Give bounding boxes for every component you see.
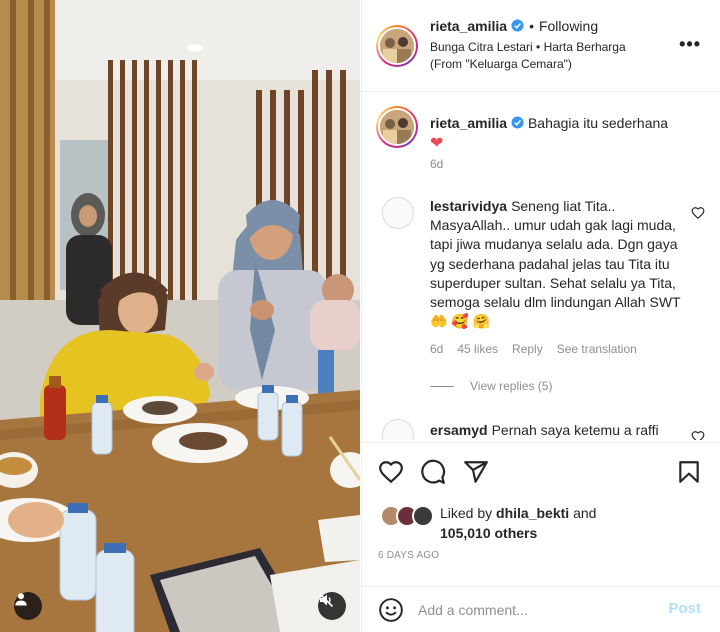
comment-input[interactable] <box>418 599 648 621</box>
post-video[interactable] <box>0 0 360 632</box>
user-tag-icon <box>15 593 27 606</box>
likes-others-link[interactable]: 105,010 others <box>440 525 537 541</box>
replies-divider <box>430 385 454 387</box>
comment-username[interactable]: lestarividya <box>430 198 507 214</box>
see-translation-button[interactable]: See translation <box>557 342 637 356</box>
caption-text: Bahagia itu sederhana <box>527 115 669 131</box>
more-options-button[interactable]: ••• <box>679 34 701 55</box>
liked-by-avatars[interactable] <box>380 505 440 529</box>
comment-username[interactable]: ersamyd <box>430 422 488 438</box>
video-frame <box>0 0 360 632</box>
post-comment-button[interactable]: Post <box>668 600 701 617</box>
audio-track-link[interactable]: Bunga Citra Lestari • Harta Berharga (Fr… <box>430 39 660 73</box>
follow-status-button[interactable]: Following <box>539 18 598 34</box>
post-details-panel: rieta_amilia • Following Bunga Citra Lesta… <box>361 0 720 632</box>
reply-button[interactable]: Reply <box>512 342 543 356</box>
likes-summary: Liked by dhila_bekti and 105,010 others <box>440 503 596 543</box>
verified-badge-icon <box>511 19 524 32</box>
comment-item: lestarividya Seneng liat Tita.. MasyaAlla… <box>430 197 692 331</box>
author-avatar[interactable] <box>376 25 418 67</box>
likes-and: and <box>569 505 597 521</box>
comment-like-heart-icon[interactable] <box>691 206 705 220</box>
separator-dot: • <box>529 18 534 34</box>
comment-item: ersamyd Pernah saya ketemu a raffi <box>430 421 692 440</box>
verified-badge-icon <box>511 116 524 129</box>
post-header: rieta_amilia • Following Bunga Citra Lesta… <box>362 0 720 92</box>
comment-text: Pernah saya ketemu a raffi <box>491 422 659 438</box>
comment-composer: Post <box>362 586 720 632</box>
post-actions: Liked by dhila_bekti and 105,010 others … <box>362 442 720 586</box>
liker-avatar <box>412 505 434 527</box>
comment-text: Seneng liat Tita.. MasyaAllah.. umur uda… <box>430 198 681 330</box>
comments-list[interactable]: rieta_amilia Bahagia itu sederhana ❤ 6d … <box>362 93 720 440</box>
bookmark-icon[interactable] <box>676 459 702 485</box>
view-replies-button[interactable]: View replies (5) <box>430 379 552 393</box>
caption-time[interactable]: 6d <box>430 157 443 171</box>
heart-icon[interactable] <box>378 459 404 485</box>
commenter-avatar[interactable] <box>382 419 414 440</box>
muted-speaker-icon <box>318 592 334 608</box>
more-horizontal-icon: ••• <box>679 34 701 54</box>
mute-button[interactable] <box>318 592 346 620</box>
commenter-avatar[interactable] <box>382 197 414 229</box>
comment-time[interactable]: 6d <box>430 342 443 356</box>
caption-heart-emoji: ❤ <box>430 135 444 152</box>
caption-username[interactable]: rieta_amilia <box>430 115 507 131</box>
user-tag-button[interactable] <box>14 592 42 620</box>
post-timestamp[interactable]: 6 DAYS AGO <box>378 550 439 561</box>
liked-by-username[interactable]: dhila_bekti <box>496 505 569 521</box>
author-username[interactable]: rieta_amilia <box>430 18 507 34</box>
comment-likes[interactable]: 45 likes <box>457 342 498 356</box>
caption: rieta_amilia Bahagia itu sederhana ❤ <box>430 113 700 154</box>
smiley-icon[interactable] <box>378 597 404 623</box>
comment-meta: 6d 45 likes Reply See translation <box>430 342 651 356</box>
caption-author-avatar[interactable] <box>376 106 418 148</box>
view-replies-label: View replies (5) <box>470 379 553 393</box>
share-icon[interactable] <box>463 459 489 485</box>
likes-prefix: Liked by <box>440 505 497 521</box>
comment-like-heart-icon[interactable] <box>691 430 705 440</box>
comment-icon[interactable] <box>420 459 446 485</box>
